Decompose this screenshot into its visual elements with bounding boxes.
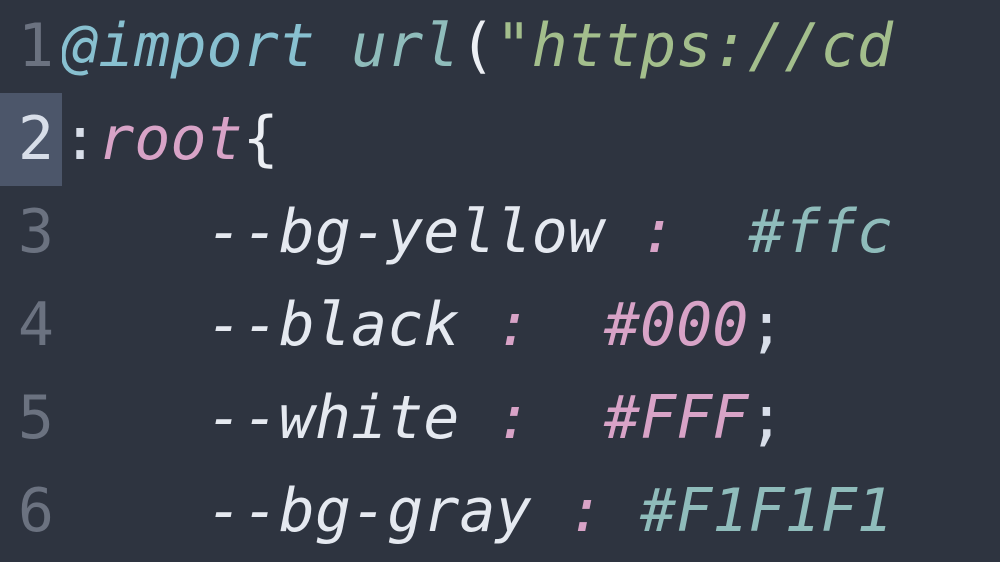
code-token: "https://cd (496, 11, 893, 81)
code-token: #ffc (748, 197, 893, 267)
code-token: ; (748, 383, 784, 453)
code-token: : (640, 197, 676, 267)
code-token: #F1F1F1 (640, 476, 893, 546)
code-token: #000 (604, 290, 749, 360)
code-token: : (495, 383, 531, 453)
code-line[interactable]: 6 --bg-gray : #F1F1F1 (0, 465, 1000, 558)
code-token: url (351, 11, 459, 81)
code-line[interactable]: 2:root{ (0, 93, 1000, 186)
code-content[interactable]: --bg-gray : #F1F1F1 (62, 465, 1000, 558)
code-content[interactable]: --bg-yellow : #ffc (62, 186, 1000, 279)
code-token: #FFF (604, 383, 749, 453)
code-content[interactable]: --white : #FFF; (62, 372, 1000, 465)
code-token: : (62, 104, 98, 174)
line-number: 2 (0, 93, 62, 186)
code-token: ( (459, 11, 495, 81)
code-line[interactable]: 4 --black : #000; (0, 279, 1000, 372)
code-token: @import (62, 11, 315, 81)
code-token: --bg-yellow (62, 197, 640, 267)
line-number: 3 (0, 186, 62, 279)
code-token: root (98, 104, 243, 174)
code-token (315, 11, 351, 81)
code-content[interactable]: @import url("https://cd (62, 0, 1000, 93)
code-token (532, 290, 604, 360)
code-content[interactable]: --black : #000; (62, 279, 1000, 372)
line-number: 6 (0, 465, 62, 558)
code-token: : (568, 476, 604, 546)
code-token: --black (62, 290, 495, 360)
code-token: : (495, 290, 531, 360)
code-token (604, 476, 640, 546)
code-content[interactable]: :root{ (62, 93, 1000, 186)
line-number: 5 (0, 372, 62, 465)
code-token: --bg-gray (62, 476, 568, 546)
code-line[interactable]: 5 --white : #FFF; (0, 372, 1000, 465)
code-editor[interactable]: 1@import url("https://cd2:root{3 --bg-ye… (0, 0, 1000, 562)
code-line[interactable]: 1@import url("https://cd (0, 0, 1000, 93)
line-number: 4 (0, 279, 62, 372)
code-token (676, 197, 748, 267)
code-line[interactable]: 3 --bg-yellow : #ffc (0, 186, 1000, 279)
code-token (532, 383, 604, 453)
line-number: 1 (0, 0, 62, 93)
code-token: ; (748, 290, 784, 360)
code-token: --white (62, 383, 495, 453)
code-token: { (243, 104, 279, 174)
